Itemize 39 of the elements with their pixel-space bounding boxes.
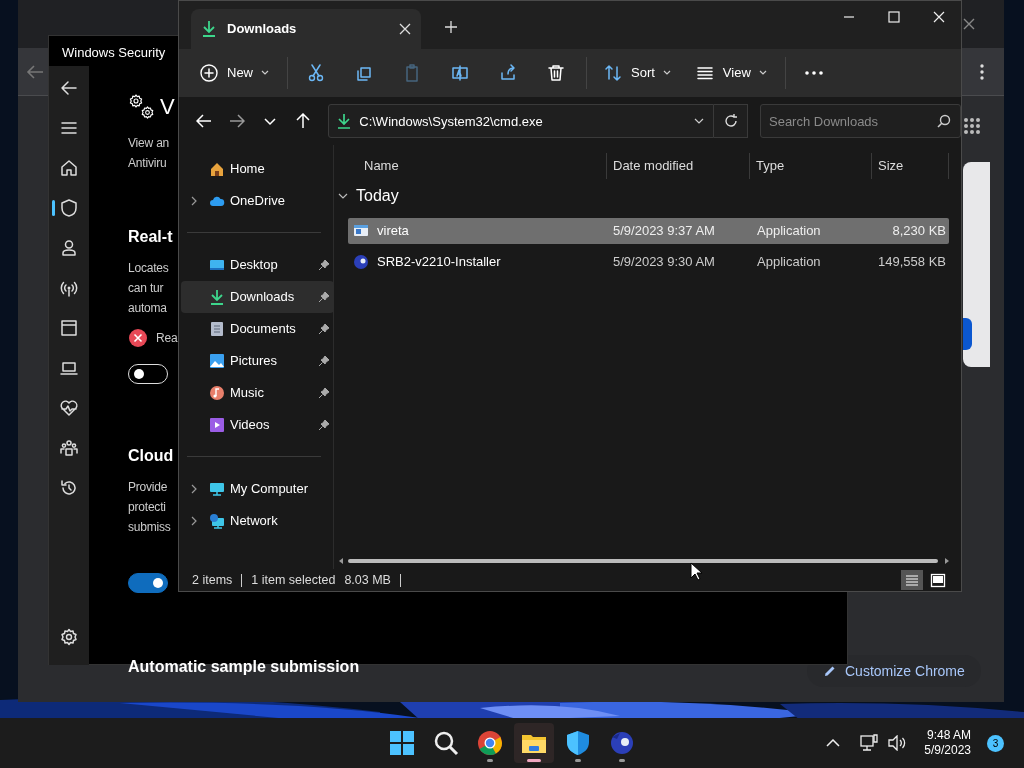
nav-item[interactable]: Desktop — [181, 249, 334, 281]
section-heading: Automatic sample submission — [128, 657, 360, 677]
tab[interactable]: Downloads — [191, 9, 421, 49]
file-row[interactable]: vireta 5/9/2023 9:37 AM Application 8,230 KB — [348, 218, 949, 244]
intro-text: View an Antiviru — [128, 135, 170, 172]
view-button[interactable]: View — [688, 56, 773, 90]
sort-button[interactable]: Sort — [597, 56, 677, 90]
column-header[interactable]: Type — [756, 156, 785, 176]
column-header[interactable]: Name — [348, 156, 399, 176]
nav-item[interactable]: Music — [181, 377, 334, 409]
section-description: Locates can tur automa — [128, 260, 169, 317]
section-heading: Real-t — [128, 227, 173, 247]
nav-item[interactable]: Videos — [181, 409, 334, 441]
search-field[interactable]: Search Downloads — [760, 104, 961, 138]
address-field[interactable]: C:\Windows\System32\cmd.exe — [328, 104, 715, 138]
selection-info: 1 item selected — [251, 571, 336, 589]
new-button[interactable]: New — [193, 56, 275, 90]
nav-item[interactable]: Pictures — [181, 345, 334, 377]
column-header[interactable]: Size — [878, 156, 904, 176]
nav-item[interactable]: Network — [181, 505, 334, 537]
section-heading: Cloud — [128, 446, 174, 466]
status-text: Rea — [156, 330, 178, 347]
nav-item[interactable]: My Computer — [181, 473, 334, 505]
clock-time[interactable]: 9:48 AM — [926, 728, 971, 743]
customize-button[interactable]: Customize Chrome — [807, 655, 981, 687]
window-title: Windows Security — [62, 45, 166, 60]
selection-size: 8.03 MB — [344, 571, 391, 589]
item-count: 2 items — [192, 571, 233, 589]
nav-item[interactable]: OneDrive — [181, 185, 334, 217]
nav-item[interactable]: Documents — [181, 313, 334, 345]
column-header[interactable]: Date modified — [613, 156, 694, 176]
section-description: Provide protecti submiss — [128, 479, 171, 536]
notification-count[interactable]: 3 — [987, 734, 1004, 752]
clock-date[interactable]: 5/9/2023 — [924, 743, 971, 758]
nav-item[interactable]: Downloads — [181, 281, 334, 313]
page-heading: V — [160, 93, 175, 121]
group-header[interactable]: Today — [338, 179, 399, 213]
file-row[interactable]: SRB2-v2210-Installer 5/9/2023 9:30 AM Application 149,558 KB — [348, 249, 949, 275]
nav-item[interactable]: Home — [181, 153, 334, 185]
